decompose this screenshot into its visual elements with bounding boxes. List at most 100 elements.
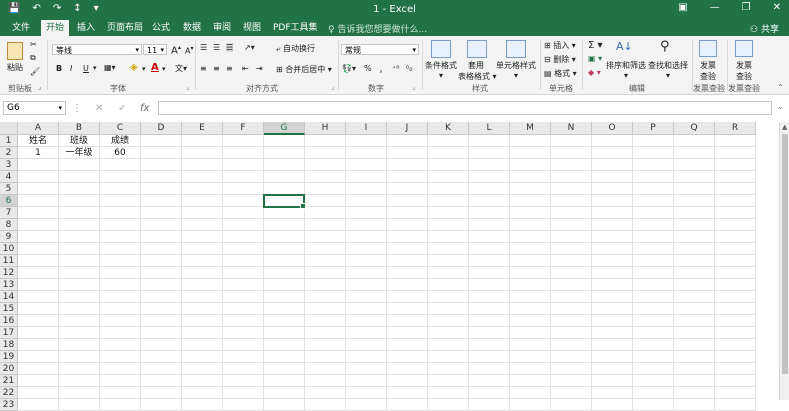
spreadsheet-grid[interactable]: A B C D E F G H I J K L M N O P Q R 1 姓名 班级 成绩 2 1 一年级 60 3 4 5 6 7 8 9 1… [0,122,779,411]
cell-g12[interactable] [264,267,305,279]
cell-c14[interactable] [100,291,141,303]
cell-r8[interactable] [715,219,756,231]
merge-center-button[interactable]: ⊞ 合并后居中 ▾ [276,64,332,75]
cell-q14[interactable] [674,291,715,303]
cell-j7[interactable] [387,207,428,219]
cell-j6[interactable] [387,195,428,207]
cell-p23[interactable] [633,399,674,411]
cell-n1[interactable] [551,135,592,147]
cell-p14[interactable] [633,291,674,303]
cell-d18[interactable] [141,339,182,351]
cell-c10[interactable] [100,243,141,255]
cell-d14[interactable] [141,291,182,303]
cell-k23[interactable] [428,399,469,411]
cell-p22[interactable] [633,387,674,399]
cell-b18[interactable] [59,339,100,351]
cell-p21[interactable] [633,375,674,387]
cell-e7[interactable] [182,207,223,219]
cell-n2[interactable] [551,147,592,159]
cell-q19[interactable] [674,351,715,363]
cell-g21[interactable] [264,375,305,387]
row-header-13[interactable]: 13 [0,279,18,291]
column-header-q[interactable]: Q [674,122,715,135]
cell-i6[interactable] [346,195,387,207]
cell-f1[interactable] [223,135,264,147]
cell-h14[interactable] [305,291,346,303]
cell-a1[interactable]: 姓名 [18,135,59,147]
cell-h4[interactable] [305,171,346,183]
column-header-j[interactable]: J [387,122,428,135]
cell-g4[interactable] [264,171,305,183]
cell-k4[interactable] [428,171,469,183]
cell-k19[interactable] [428,351,469,363]
cell-n19[interactable] [551,351,592,363]
cell-n18[interactable] [551,339,592,351]
cell-p3[interactable] [633,159,674,171]
cell-g20[interactable] [264,363,305,375]
cell-h23[interactable] [305,399,346,411]
cell-i14[interactable] [346,291,387,303]
cell-m2[interactable] [510,147,551,159]
cell-n13[interactable] [551,279,592,291]
cell-n15[interactable] [551,303,592,315]
cell-c19[interactable] [100,351,141,363]
cell-p20[interactable] [633,363,674,375]
collapse-ribbon-icon[interactable]: ⌃ [777,83,784,92]
cell-q13[interactable] [674,279,715,291]
column-header-n[interactable]: N [551,122,592,135]
cell-m13[interactable] [510,279,551,291]
cell-a19[interactable] [18,351,59,363]
format-cells-button[interactable]: ▤ 格式 ▾ [544,68,577,79]
cell-k16[interactable] [428,315,469,327]
cell-e19[interactable] [182,351,223,363]
number-format-select[interactable]: 常规 ▾ [341,44,419,55]
cell-n11[interactable] [551,255,592,267]
font-launcher-icon[interactable]: ⌟ [186,83,189,91]
invoice-check-button[interactable]: 发票 查验 [698,60,718,82]
cell-h7[interactable] [305,207,346,219]
cell-m10[interactable] [510,243,551,255]
cell-d5[interactable] [141,183,182,195]
cell-a8[interactable] [18,219,59,231]
row-header-20[interactable]: 20 [0,363,18,375]
row-header-21[interactable]: 21 [0,375,18,387]
cell-e14[interactable] [182,291,223,303]
column-header-i[interactable]: I [346,122,387,135]
row-header-9[interactable]: 9 [0,231,18,243]
cell-o19[interactable] [592,351,633,363]
enter-icon[interactable]: ✓ [118,103,126,114]
cell-b6[interactable] [59,195,100,207]
cell-b8[interactable] [59,219,100,231]
cell-g19[interactable] [264,351,305,363]
cell-i5[interactable] [346,183,387,195]
cell-n12[interactable] [551,267,592,279]
cell-o11[interactable] [592,255,633,267]
cell-c17[interactable] [100,327,141,339]
cell-c6[interactable] [100,195,141,207]
cell-q8[interactable] [674,219,715,231]
cell-a7[interactable] [18,207,59,219]
cell-a13[interactable] [18,279,59,291]
cell-l5[interactable] [469,183,510,195]
row-header-23[interactable]: 23 [0,399,18,411]
cell-k20[interactable] [428,363,469,375]
cell-m16[interactable] [510,315,551,327]
cell-d1[interactable] [141,135,182,147]
cell-m7[interactable] [510,207,551,219]
row-header-6[interactable]: 6 [0,195,18,207]
cell-g11[interactable] [264,255,305,267]
cell-styles-button[interactable]: 单元格样式 ▾ [496,60,536,80]
cell-k12[interactable] [428,267,469,279]
cell-b23[interactable] [59,399,100,411]
tell-me-search[interactable]: ♀ 告诉我您想要做什么... [328,22,427,35]
cell-h1[interactable] [305,135,346,147]
cell-f14[interactable] [223,291,264,303]
cell-f12[interactable] [223,267,264,279]
column-header-a[interactable]: A [18,122,59,135]
cell-i19[interactable] [346,351,387,363]
cell-m6[interactable] [510,195,551,207]
cell-c2[interactable]: 60 [100,147,141,159]
tab-file[interactable]: 文件 [12,22,30,34]
cell-k3[interactable] [428,159,469,171]
cell-o1[interactable] [592,135,633,147]
